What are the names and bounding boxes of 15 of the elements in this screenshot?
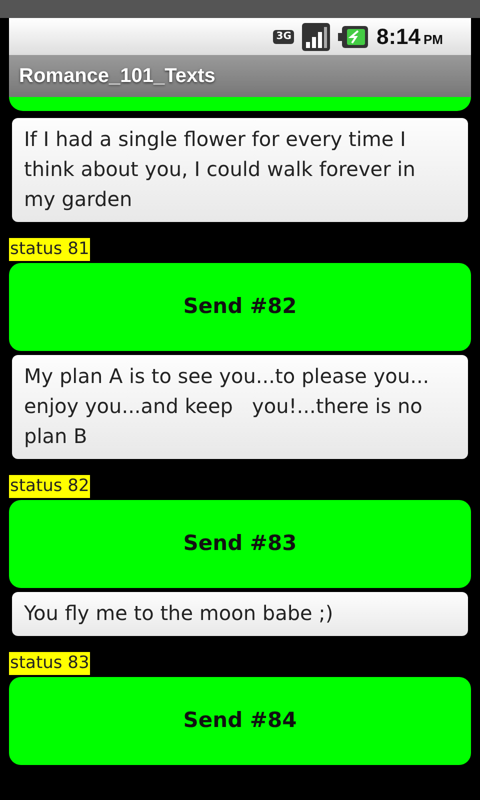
send-button[interactable] [9, 97, 471, 111]
window-title: Romance_101_Texts [9, 55, 471, 97]
status-label: status 81 [9, 238, 90, 261]
send-button[interactable]: Send #83 [9, 500, 471, 588]
status-label: status 83 [9, 652, 90, 675]
send-button[interactable]: Send #82 [9, 262, 471, 351]
status-label: status 82 [9, 474, 90, 498]
message-text: If I had a single flower for every time I think about you, I could walk forever in my garden [12, 118, 468, 222]
message-text: You fly me to the moon babe ;) [12, 592, 468, 636]
send-button[interactable]: Send #84 [9, 676, 471, 765]
battery-icon [338, 26, 368, 48]
network-indicator: 3G [273, 30, 294, 44]
signal-icon [302, 22, 330, 50]
message-text: My plan A is to see you...to please you... enjoy you...and keep you!...there is no plan B [12, 354, 468, 459]
clock-text: 8:14 PM [376, 23, 443, 51]
